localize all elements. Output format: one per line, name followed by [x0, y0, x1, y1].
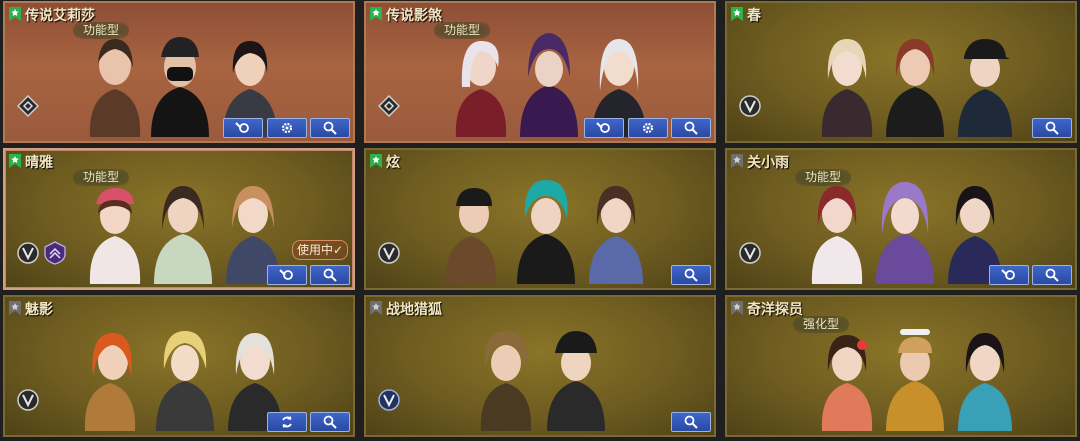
card-title: 奇洋探员	[747, 302, 803, 318]
magnifier-icon	[1045, 268, 1059, 282]
character-portrait	[480, 331, 532, 431]
customize-button[interactable]	[267, 265, 307, 285]
character-portrait	[589, 186, 643, 284]
card-title: 魅影	[25, 302, 53, 318]
card-title: 春	[747, 8, 761, 24]
search-button[interactable]	[671, 265, 711, 285]
character-portraits	[812, 317, 1022, 431]
character-portraits	[471, 317, 621, 431]
character-card[interactable]: 炫	[364, 148, 716, 290]
search-button[interactable]	[310, 265, 350, 285]
character-card[interactable]: 奇洋探员 强化型	[725, 295, 1077, 437]
card-title: 炫	[386, 155, 400, 171]
bookmark-star-icon	[9, 301, 21, 315]
character-portrait	[821, 335, 873, 431]
v-rank-icon	[378, 389, 400, 411]
character-portrait	[886, 329, 944, 431]
character-card[interactable]: 传说影煞 功能型	[364, 1, 716, 143]
v-rank-icon	[739, 95, 761, 117]
magnifier-icon	[323, 121, 337, 135]
gear-icon	[281, 122, 293, 134]
search-button[interactable]	[1032, 265, 1072, 285]
bookmark-star-icon	[9, 154, 21, 168]
v-rank-icon	[17, 242, 39, 264]
magnifier-icon	[684, 268, 698, 282]
character-portrait	[958, 333, 1012, 431]
character-portrait	[89, 188, 141, 284]
bookmark-star-icon	[731, 154, 743, 168]
bookmark-star-icon	[370, 301, 382, 315]
shield-icon	[44, 241, 66, 265]
search-button[interactable]	[671, 412, 711, 432]
character-card[interactable]: 关小雨 功能型	[725, 148, 1077, 290]
character-portrait	[811, 186, 863, 284]
v-rank-icon	[739, 242, 761, 264]
character-portraits	[436, 170, 656, 284]
customize-button[interactable]	[223, 118, 263, 138]
character-portrait	[156, 331, 214, 431]
character-portrait	[84, 333, 136, 431]
bookmark-star-icon	[731, 7, 743, 21]
customize-button[interactable]	[584, 118, 624, 138]
v-rank-icon	[378, 242, 400, 264]
character-portraits	[75, 317, 295, 431]
character-portrait	[547, 331, 605, 431]
character-portrait	[886, 39, 944, 137]
bookmark-star-icon	[731, 301, 743, 315]
character-portrait	[520, 33, 578, 137]
character-portrait	[876, 182, 934, 284]
character-card[interactable]: 魅影	[3, 295, 355, 437]
magnifier-icon	[684, 415, 698, 429]
search-button[interactable]	[310, 118, 350, 138]
character-portrait	[445, 188, 497, 284]
gear-icon	[642, 122, 654, 134]
search-button[interactable]	[310, 412, 350, 432]
character-card[interactable]: 传说艾莉莎 功能型	[3, 1, 355, 143]
card-title: 战地猎狐	[386, 302, 442, 318]
v-rank-icon	[17, 389, 39, 411]
character-portrait	[151, 37, 209, 137]
diamond-rank-icon	[17, 95, 39, 117]
magnifier-icon	[323, 268, 337, 282]
magnifier-icon	[323, 415, 337, 429]
character-card[interactable]: 战地猎狐	[364, 295, 716, 437]
card-title: 晴雅	[25, 155, 53, 171]
character-portraits	[812, 23, 1022, 137]
search-button[interactable]	[1032, 118, 1072, 138]
character-portrait	[455, 41, 507, 137]
settings-button[interactable]	[267, 118, 307, 138]
rotate-icon	[282, 416, 292, 428]
diamond-rank-icon	[378, 95, 400, 117]
search-button[interactable]	[671, 118, 711, 138]
bookmark-star-icon	[370, 7, 382, 21]
character-card[interactable]: 春	[725, 1, 1077, 143]
wrench-gear-icon	[596, 122, 610, 133]
character-portrait	[517, 180, 575, 284]
wrench-gear-icon	[1001, 269, 1015, 280]
character-portrait	[821, 39, 873, 137]
wrench-gear-icon	[279, 269, 293, 280]
card-title: 关小雨	[747, 155, 789, 171]
card-title: 传说影煞	[386, 8, 442, 24]
character-portrait	[89, 39, 141, 137]
character-card[interactable]: 晴雅 功能型 使用中✓	[3, 148, 355, 290]
character-portrait	[154, 186, 212, 284]
settings-button[interactable]	[628, 118, 668, 138]
magnifier-icon	[684, 121, 698, 135]
in-use-badge: 使用中✓	[291, 240, 348, 260]
character-portrait	[958, 39, 1012, 137]
bookmark-star-icon	[9, 7, 21, 21]
character-portraits	[802, 170, 1012, 284]
character-grid: 传说艾莉莎 功能型 传说影煞 功能型 春 晴雅 功能型 使用中✓ 炫 关小雨 功…	[0, 0, 1080, 441]
wrench-gear-icon	[235, 122, 249, 133]
bookmark-star-icon	[370, 154, 382, 168]
switch-button[interactable]	[267, 412, 307, 432]
character-portraits	[80, 170, 290, 284]
magnifier-icon	[1045, 121, 1059, 135]
character-portraits	[446, 23, 656, 137]
customize-button[interactable]	[989, 265, 1029, 285]
